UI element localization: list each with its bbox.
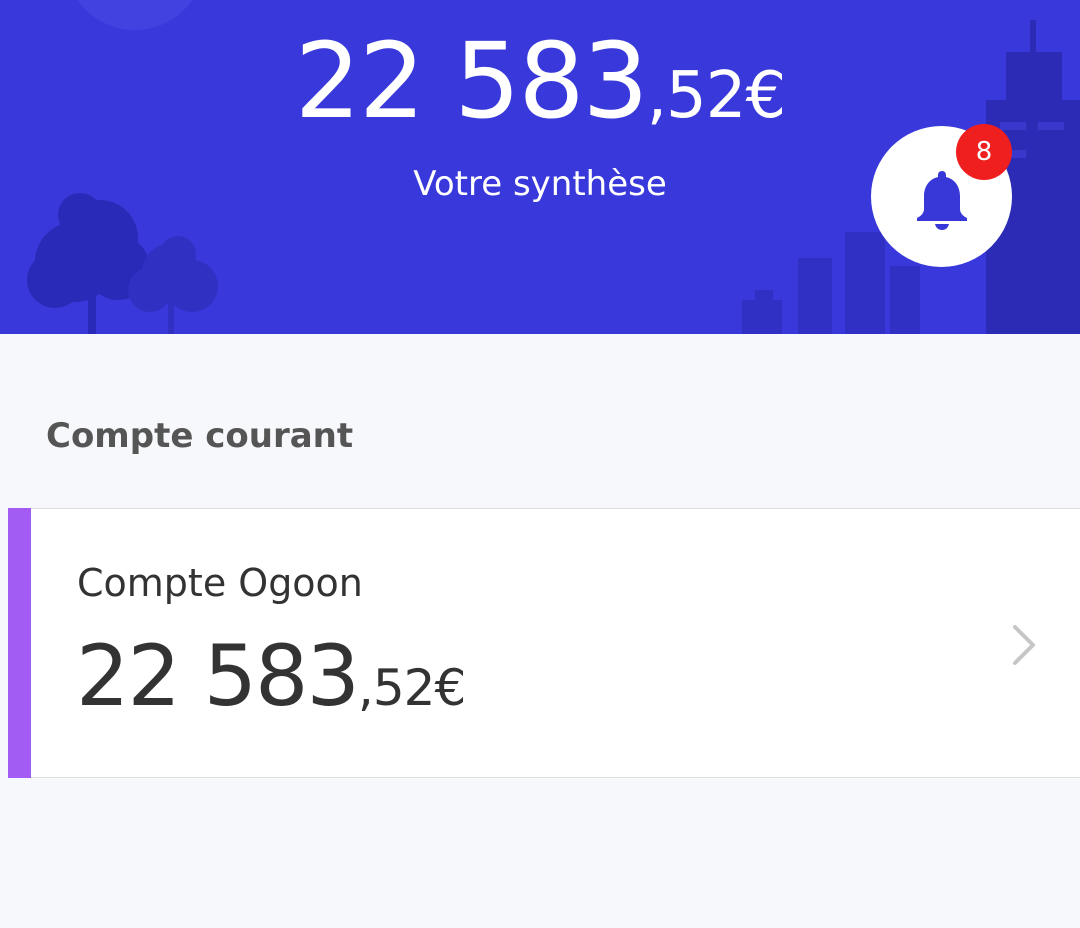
- total-balance-integer: 22 583: [294, 20, 649, 142]
- account-card[interactable]: Compte Ogoon 22 583,52€: [8, 508, 1080, 778]
- summary-header: 22 583,52€ Votre synthèse 8: [0, 0, 1080, 334]
- notifications-button[interactable]: 8: [871, 124, 1012, 267]
- account-balance-decimal: ,52€: [357, 659, 466, 717]
- notification-count-badge: 8: [956, 124, 1012, 180]
- section-title: Compte courant: [46, 416, 354, 456]
- account-accent-bar: [8, 508, 31, 778]
- bell-icon: [916, 170, 967, 230]
- total-balance-decimal: ,52€: [646, 59, 786, 133]
- chevron-right-icon: [1013, 625, 1035, 665]
- total-balance: 22 583,52€: [0, 20, 1080, 142]
- account-balance-integer: 22 583: [76, 627, 360, 725]
- account-name: Compte Ogoon: [77, 561, 363, 605]
- account-balance: 22 583,52€: [76, 627, 466, 725]
